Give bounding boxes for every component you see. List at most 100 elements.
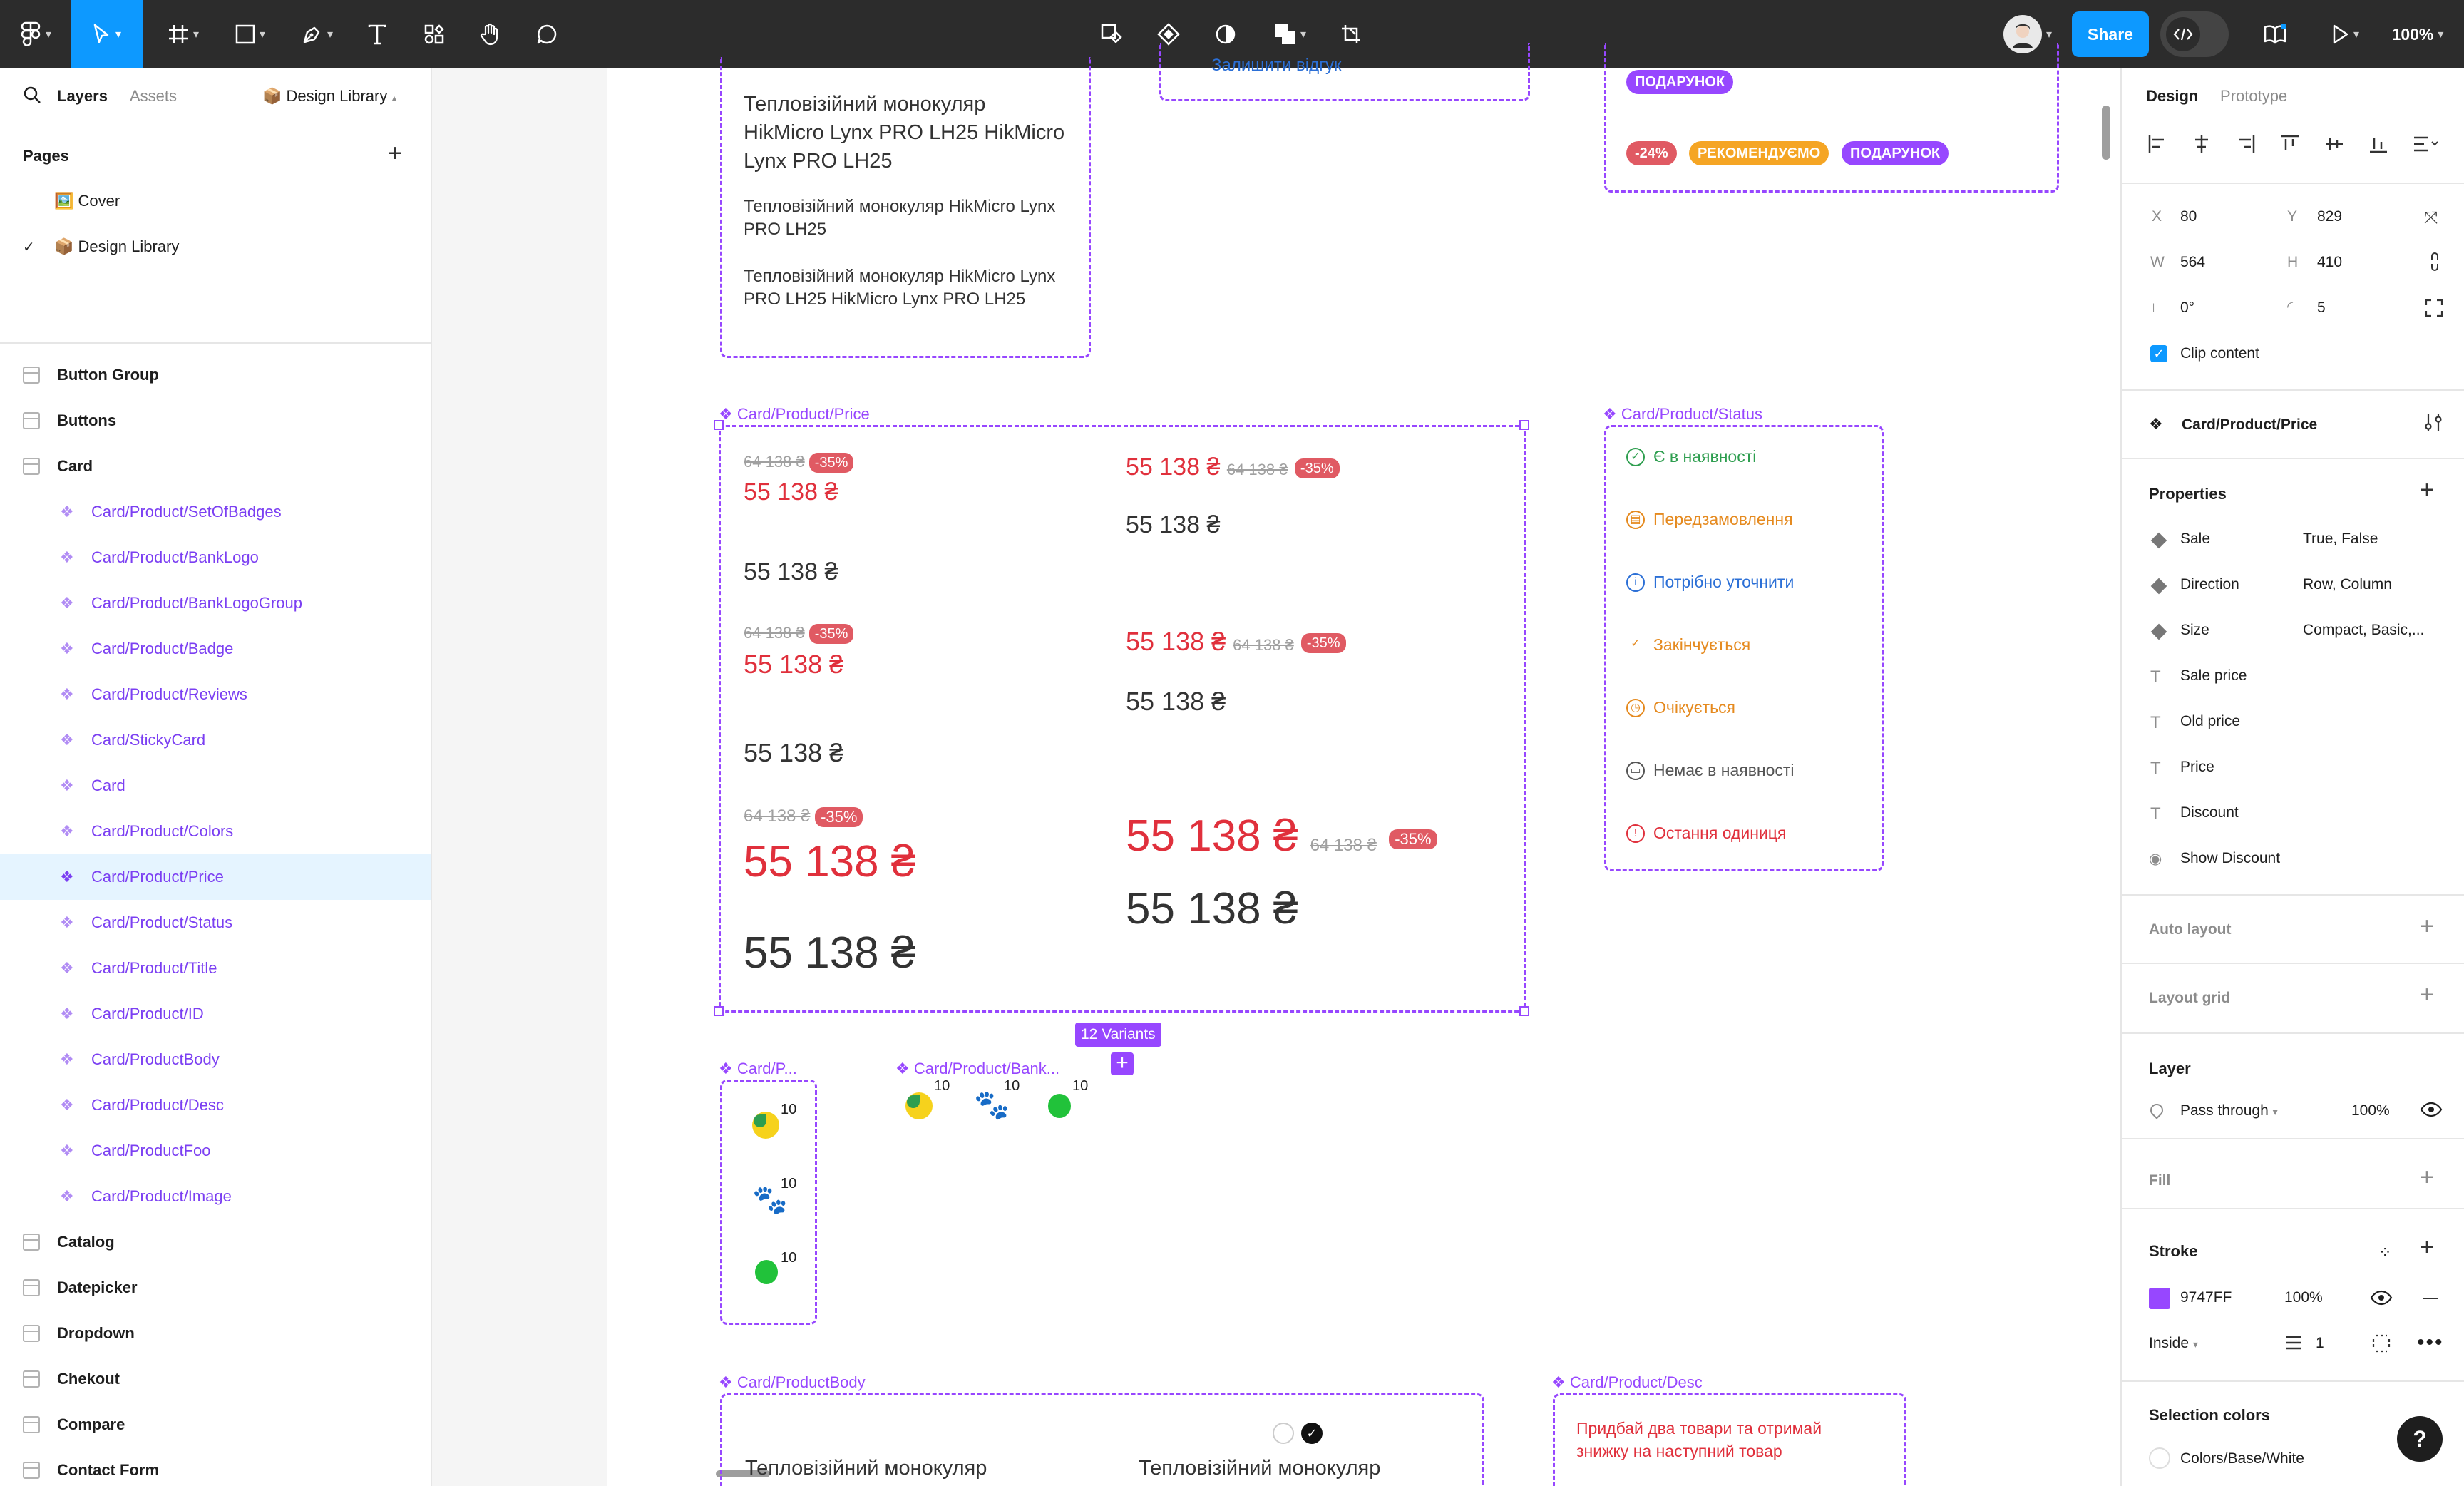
layer-opacity-input[interactable]: 100% xyxy=(2351,1102,2390,1119)
main-menu-button[interactable]: ▾ xyxy=(13,0,58,68)
layer-item[interactable]: Datepicker xyxy=(0,1265,431,1311)
stroke-color-swatch[interactable] xyxy=(2149,1288,2170,1309)
banklogo-label[interactable]: ❖ Card/Product/Bank... xyxy=(895,1060,1059,1078)
resize-handle[interactable] xyxy=(1519,1006,1529,1016)
x-input[interactable]: 80 xyxy=(2180,208,2197,225)
property-name[interactable]: Sale price xyxy=(2180,667,2247,685)
comment-tool-button[interactable] xyxy=(529,0,565,68)
stroke-position-select[interactable]: Inside ▾ xyxy=(2149,1335,2198,1352)
resize-handle[interactable] xyxy=(714,1006,724,1016)
add-variant-button[interactable]: + xyxy=(1111,1052,1134,1075)
add-fill-icon[interactable]: + xyxy=(2420,1165,2434,1189)
eye-icon[interactable] xyxy=(2420,1101,2443,1118)
add-stroke-icon[interactable]: + xyxy=(2420,1235,2434,1259)
stroke-styles-icon[interactable]: ⁘ xyxy=(2378,1244,2392,1262)
eye-icon[interactable] xyxy=(2370,1289,2393,1306)
text-tool-button[interactable] xyxy=(359,0,395,68)
component-set-button[interactable] xyxy=(1094,0,1129,68)
layer-item[interactable]: Buttons xyxy=(0,398,431,444)
banklogo-group-label[interactable]: ❖ Card/P... xyxy=(719,1060,797,1078)
shape-tool-button[interactable]: ▾ xyxy=(225,0,275,68)
property-name[interactable]: Direction xyxy=(2180,576,2239,593)
share-button[interactable]: Share xyxy=(2072,11,2149,57)
align-bottom-icon[interactable] xyxy=(2368,134,2388,154)
dev-mode-toggle[interactable] xyxy=(2160,11,2229,57)
more-options-icon[interactable]: ••• xyxy=(2417,1332,2444,1353)
price-component-set[interactable]: 64 138 ₴ -35% 55 138 ₴ 55 138 ₴ 64 138 ₴… xyxy=(719,425,1526,1013)
property-name[interactable]: Old price xyxy=(2180,713,2240,730)
price-component-label[interactable]: ❖ Card/Product/Price xyxy=(719,405,870,424)
align-center-v-icon[interactable] xyxy=(2324,134,2344,154)
align-left-icon[interactable] xyxy=(2147,134,2167,154)
desc-component-label[interactable]: ❖ Card/Product/Desc xyxy=(1551,1373,1703,1392)
zoom-menu[interactable]: 100% ▾ xyxy=(2378,0,2457,68)
individual-strokes-icon[interactable] xyxy=(2371,1333,2391,1353)
y-input[interactable]: 829 xyxy=(2317,208,2342,225)
property-value[interactable]: Row, Column xyxy=(2303,576,2392,593)
page-item-design-library[interactable]: ✓ 📦 Design Library xyxy=(0,224,431,270)
constrain-proportions-icon[interactable] xyxy=(2428,251,2441,272)
layer-item[interactable]: ❖ Card xyxy=(0,763,431,809)
independent-corners-icon[interactable] xyxy=(2424,298,2444,318)
layer-item[interactable]: ❖ Card/Product/SetOfBadges xyxy=(0,489,431,535)
distribute-icon[interactable] xyxy=(2413,134,2438,154)
tab-assets[interactable]: Assets xyxy=(130,87,177,106)
present-button[interactable]: ▾ xyxy=(2317,0,2374,68)
layer-item[interactable]: ❖ Card/Product/Badge xyxy=(0,626,431,672)
status-component-label[interactable]: ❖ Card/Product/Status xyxy=(1603,405,1762,424)
layer-item[interactable]: ❖ Card/Product/Image xyxy=(0,1174,431,1219)
stroke-color-input[interactable]: 9747FF xyxy=(2180,1289,2232,1306)
property-name[interactable]: Discount xyxy=(2180,804,2239,821)
library-switcher[interactable]: 📦 Design Library ▴ xyxy=(262,87,397,106)
layer-item[interactable]: ❖ Card/Product/Title xyxy=(0,946,431,991)
add-layout-grid-icon[interactable]: + xyxy=(2420,983,2434,1007)
move-tool-button[interactable]: ▾ xyxy=(71,0,143,68)
card-badges-component[interactable]: ПОДАРУНОК -24% РЕКОМЕНДУЄМО ПОДАРУНОК xyxy=(1604,43,2059,193)
body-component-label[interactable]: ❖ Card/ProductBody xyxy=(719,1373,866,1392)
layer-item[interactable]: Catalog xyxy=(0,1219,431,1265)
desc-component[interactable]: Придбай два товари та отримай знижку на … xyxy=(1553,1393,1906,1486)
help-button[interactable]: ? xyxy=(2397,1416,2443,1462)
tab-design[interactable]: Design xyxy=(2146,87,2198,106)
layer-item[interactable]: ❖ Card/ProductFoo xyxy=(0,1128,431,1174)
height-input[interactable]: 410 xyxy=(2317,254,2342,271)
layer-item[interactable]: ❖ Card/Product/ID xyxy=(0,991,431,1037)
hand-tool-button[interactable] xyxy=(472,0,508,68)
layer-item[interactable]: Card xyxy=(0,444,431,489)
clip-content-checkbox[interactable]: ✓ xyxy=(2150,345,2167,362)
layer-item[interactable]: ❖ Card/Product/Desc xyxy=(0,1082,431,1128)
resize-handle[interactable] xyxy=(714,420,724,430)
component-settings-icon[interactable] xyxy=(2423,412,2444,434)
add-page-icon[interactable]: + xyxy=(388,141,402,165)
layer-item[interactable]: Contact Form xyxy=(0,1447,431,1486)
align-top-icon[interactable] xyxy=(2280,134,2300,154)
layer-item[interactable]: ❖ Card/Product/Colors xyxy=(0,809,431,854)
align-center-h-icon[interactable] xyxy=(2192,134,2212,154)
layer-item[interactable]: Compare xyxy=(0,1402,431,1447)
property-name[interactable]: Price xyxy=(2180,759,2214,776)
layer-item[interactable]: ❖ Card/Product/Price xyxy=(0,854,431,900)
align-right-icon[interactable] xyxy=(2236,134,2256,154)
property-name[interactable]: Size xyxy=(2180,622,2209,639)
add-auto-layout-icon[interactable]: + xyxy=(2420,914,2434,938)
resources-button[interactable] xyxy=(416,0,452,68)
layer-item[interactable]: Dropdown xyxy=(0,1311,431,1356)
property-name[interactable]: Show Discount xyxy=(2180,850,2280,867)
layer-item[interactable]: ❖ Card/ProductBody xyxy=(0,1037,431,1082)
frame-tool-button[interactable]: ▾ xyxy=(158,0,208,68)
corner-radius-input[interactable]: 5 xyxy=(2317,299,2326,317)
remove-stroke-icon[interactable] xyxy=(2423,1298,2438,1299)
stroke-opacity-input[interactable]: 100% xyxy=(2284,1289,2323,1306)
rotation-input[interactable]: 0° xyxy=(2180,299,2194,317)
canvas-scrollbar[interactable] xyxy=(2102,106,2110,160)
layer-item[interactable]: ❖ Card/StickyCard xyxy=(0,717,431,763)
color-swatch-white[interactable] xyxy=(2149,1447,2170,1469)
card-title-component[interactable]: Тепловізійний монокуляр HikMicro Lynx PR… xyxy=(720,57,1091,358)
property-value[interactable]: True, False xyxy=(2303,531,2378,548)
search-icon[interactable] xyxy=(23,86,41,104)
layer-item[interactable]: Chekout xyxy=(0,1356,431,1402)
layer-item[interactable]: ❖ Card/Product/Status xyxy=(0,900,431,946)
library-button[interactable] xyxy=(2257,0,2293,68)
page-item-cover[interactable]: 🖼️ Cover xyxy=(0,178,431,224)
constraints-icon[interactable]: ⤧ xyxy=(2424,208,2438,228)
